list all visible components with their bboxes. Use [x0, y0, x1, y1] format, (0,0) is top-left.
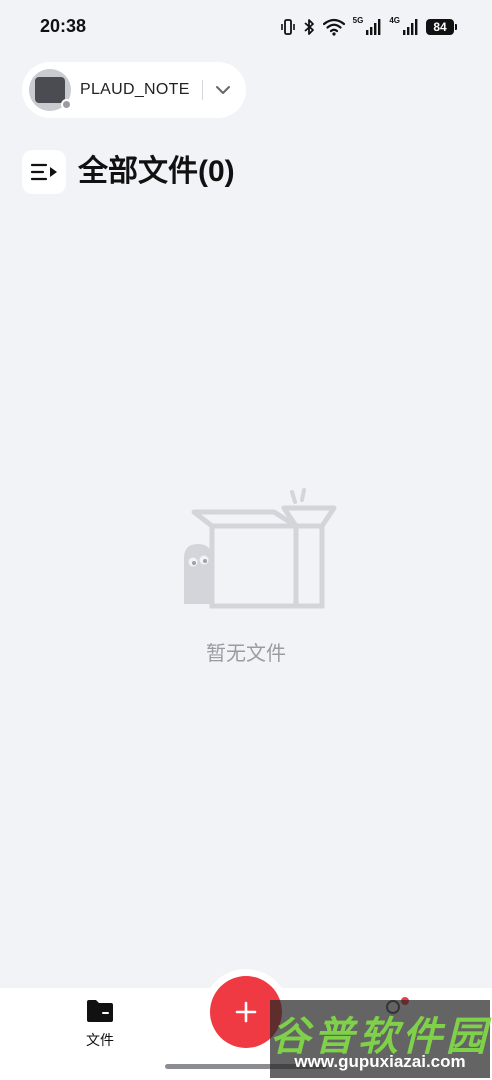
watermark-url: www.gupuxiazai.com [294, 1052, 466, 1071]
network-5g-label: 5G [352, 16, 364, 25]
status-bar: 20:38 5G 4G 84 [0, 0, 492, 56]
network-4g-label: 4G [389, 16, 400, 25]
device-name: PLAUD_NOTE [80, 81, 190, 98]
empty-box-illustration [184, 488, 337, 609]
status-icons: 5G 4G 84 [280, 16, 457, 38]
battery-icon: 84 [426, 19, 457, 35]
watermark: 谷普软件园 www.gupuxiazai.com [270, 1000, 490, 1078]
folder-menu-button[interactable] [22, 150, 66, 194]
folder-icon [87, 1000, 113, 1022]
pill-divider [201, 80, 203, 100]
page-title: 全部文件(0) [78, 155, 235, 188]
plus-icon [235, 1001, 257, 1023]
empty-state-text: 暂无文件 [206, 643, 286, 665]
list-menu-icon [30, 163, 57, 181]
status-time: 20:38 [40, 16, 87, 36]
nav-files-label: 文件 [86, 1032, 114, 1048]
signal-4g-icon [403, 19, 418, 35]
chevron-down-icon[interactable] [215, 85, 231, 95]
bluetooth-icon [304, 19, 314, 35]
vibrate-icon [280, 19, 295, 35]
device-avatar [29, 69, 72, 111]
connection-status-dot [61, 99, 72, 110]
device-selector[interactable]: PLAUD_NOTE [22, 62, 246, 118]
device-image [35, 77, 65, 103]
wifi-icon [322, 18, 345, 36]
signal-5g-icon [366, 19, 381, 35]
nav-files-tab[interactable]: 文件 [78, 998, 122, 1050]
